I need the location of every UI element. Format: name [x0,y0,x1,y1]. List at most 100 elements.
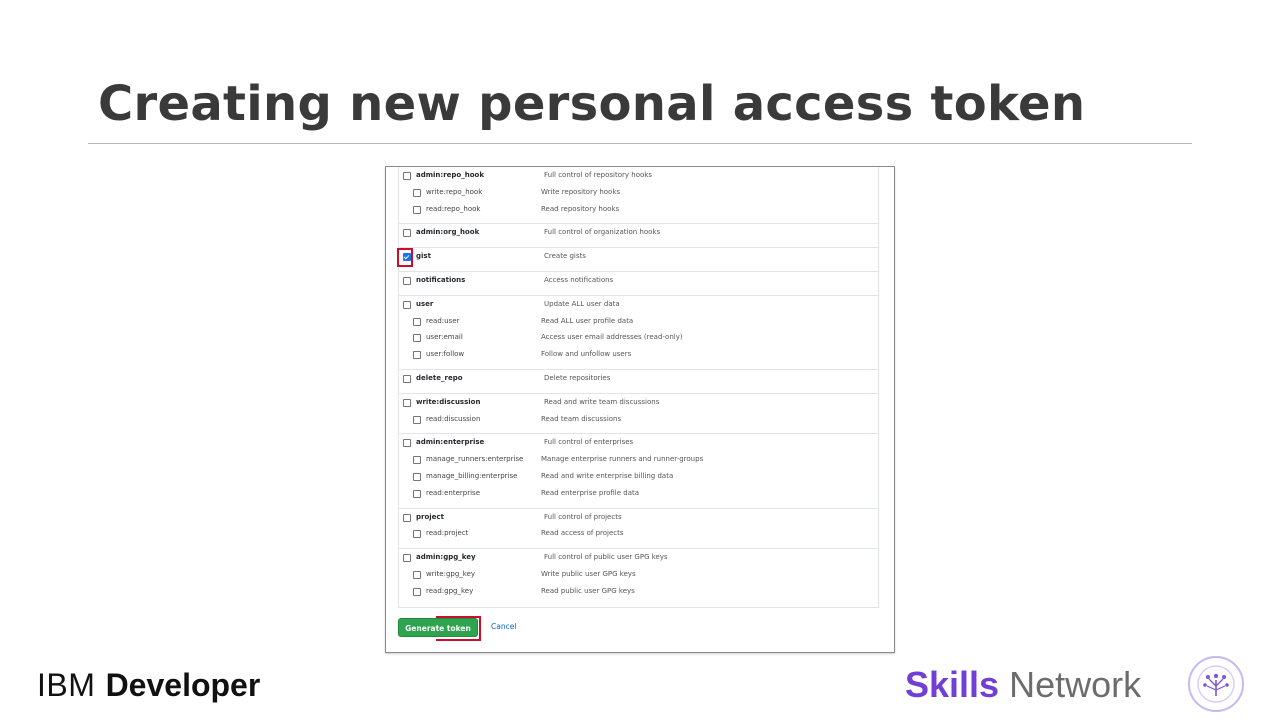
scope-name: manage_billing:enterprise [426,471,518,480]
scope-group: write:discussion Read and write team disc… [399,392,878,434]
scope-name: write:discussion [416,397,481,406]
scope-row: user:follow Follow and unfollow users [399,349,878,366]
tree-icon [1188,656,1244,712]
scope-name: read:discussion [426,414,481,423]
scope-checkbox[interactable] [413,530,421,539]
scope-description: Full control of repository hooks [544,171,652,179]
generate-button-highlight [436,616,481,641]
scope-name: notifications [416,275,466,284]
scope-group: admin:repo_hook Full control of repositor… [399,167,878,223]
scope-row: notifications Access notifications [399,275,878,292]
scope-description: Write public user GPG keys [541,569,636,578]
developer-logo-text: Developer [105,667,261,703]
scope-name: read:enterprise [426,488,481,497]
scope-name: user:email [426,333,463,342]
token-scopes-screenshot: admin:repo_hook Full control of repositor… [385,166,895,653]
scope-row: read:repo_hook Read repository hooks [399,204,878,221]
gist-highlight-box [397,248,413,267]
scopes-list: admin:repo_hook Full control of repositor… [398,167,879,608]
scope-name: read:project [426,529,469,538]
scope-row: read:discussion Read team discussions [399,414,878,431]
ibm-logo-text: IBM [37,667,96,703]
scope-checkbox[interactable] [403,513,411,522]
scope-row: manage_runners:enterprise Manage enterpri… [399,454,878,471]
scope-row: manage_billing:enterprise Read and write … [399,471,878,488]
scope-row: read:user Read ALL user profile data [399,316,878,333]
scope-checkbox[interactable] [413,351,421,360]
scope-description: Read public user GPG keys [541,586,635,595]
scope-name: admin:org_hook [416,228,480,237]
scope-description: Delete repositories [544,373,611,382]
scope-description: Follow and unfollow users [541,350,632,359]
scope-name: read:gpg_key [426,586,474,595]
scope-description: Read enterprise profile data [541,488,640,497]
scope-row: write:repo_hook Write repository hooks [399,187,878,204]
cancel-link[interactable]: Cancel [491,622,516,631]
scope-description: Read and write enterprise billing data [541,471,674,480]
scope-row: admin:org_hook Full control of organizati… [399,227,878,244]
scope-name: gist [416,252,431,261]
scope-checkbox[interactable] [403,374,411,383]
scope-group: user Update ALL user data read:user Read AL… [399,294,878,369]
scope-group: admin:org_hook Full control of organizati… [399,223,878,247]
scope-name: read:repo_hook [426,204,481,213]
scope-name: write:repo_hook [426,187,483,196]
scope-name: project [416,512,444,521]
scope-group: admin:gpg_key Full control of public user… [399,548,878,605]
scope-description: Full control of public user GPG keys [544,553,668,562]
scope-row: delete_repo Delete repositories [399,373,878,390]
network-logo-text: Network [1009,664,1142,705]
skills-network-logo: Skills Network [905,664,1141,706]
scope-name: admin:enterprise [416,438,485,447]
scope-description: Full control of organization hooks [544,228,661,237]
scope-checkbox[interactable] [413,570,421,579]
scope-checkbox[interactable] [403,554,411,563]
scope-checkbox[interactable] [413,489,421,498]
scope-checkbox[interactable] [403,172,411,180]
scope-name: admin:gpg_key [416,553,476,562]
ibm-developer-logo: IBM Developer [37,666,260,704]
scope-checkbox[interactable] [413,317,421,326]
scope-group: project Full control of projects read:proj… [399,507,878,549]
scope-name: read:user [426,316,460,325]
scope-row: write:gpg_key Write public user GPG keys [399,569,878,586]
scope-checkbox[interactable] [403,229,411,238]
scope-row: user:email Access user email addresses (r… [399,332,878,349]
scope-row: write:discussion Read and write team disc… [399,397,878,414]
scope-name: user [416,299,434,308]
scope-row: user Update ALL user data [399,299,878,316]
scope-checkbox[interactable] [413,188,421,197]
scope-group: admin:enterprise Full control of enterpri… [399,433,878,507]
scope-description: Manage enterprise runners and runner-gro… [541,455,704,464]
scope-name: manage_runners:enterprise [426,455,524,464]
scope-checkbox[interactable] [403,276,411,285]
scope-description: Read team discussions [541,414,622,423]
scope-description: Write repository hooks [541,187,621,196]
scope-checkbox[interactable] [413,472,421,481]
scope-row: read:gpg_key Read public user GPG keys [399,586,878,603]
scope-checkbox[interactable] [403,398,411,407]
scope-checkbox[interactable] [403,439,411,448]
scope-row: read:enterprise Read enterprise profile d… [399,488,878,505]
scope-description: Read ALL user profile data [541,316,634,325]
scope-row: admin:repo_hook Full control of repositor… [399,170,878,187]
scope-description: Access user email addresses (read-only) [541,333,683,342]
scope-name: delete_repo [416,373,463,382]
scope-description: Read access of projects [541,529,624,538]
scope-checkbox[interactable] [413,334,421,343]
scope-name: write:gpg_key [426,569,476,578]
title-divider [88,143,1192,144]
scope-checkbox[interactable] [413,415,421,424]
scope-description: Full control of projects [544,512,622,521]
scope-description: Update ALL user data [544,299,620,308]
scope-row: project Full control of projects [399,512,878,529]
scope-checkbox[interactable] [413,456,421,465]
scope-checkbox[interactable] [413,587,421,596]
scope-checkbox[interactable] [413,205,421,214]
scope-description: Full control of enterprises [544,438,634,447]
scope-row: read:project Read access of projects [399,528,878,545]
scope-name: admin:repo_hook [416,171,484,179]
scope-row: admin:enterprise Full control of enterpri… [399,437,878,454]
scope-checkbox[interactable] [403,300,411,309]
scope-description: Access notifications [544,275,614,284]
